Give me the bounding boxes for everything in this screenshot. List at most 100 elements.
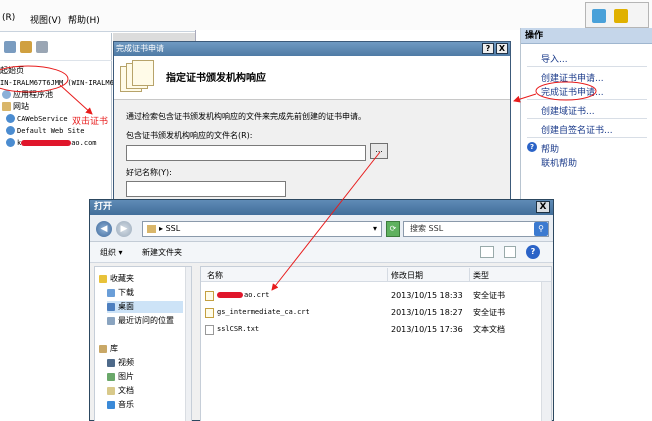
back-button[interactable]: ◀ — [96, 221, 112, 237]
file-type: 文本文档 — [473, 325, 505, 334]
help-book-icon[interactable] — [614, 9, 628, 23]
file-row[interactable]: ao.crt 2013/10/15 18:33 安全证书 — [201, 288, 551, 303]
search-icon[interactable]: ⚲ — [534, 222, 548, 236]
action-import[interactable]: 导入... — [541, 52, 568, 65]
file-date: 2013/10/15 18:27 — [391, 308, 463, 317]
dialog-title: 打开 — [94, 202, 113, 212]
text-file-icon — [205, 325, 214, 335]
view-options-icon[interactable] — [480, 246, 494, 258]
forward-button[interactable]: ▶ — [116, 221, 132, 237]
documents-icon — [107, 386, 115, 395]
tree-item-start-page[interactable]: 起始页 — [0, 65, 24, 77]
up-icon[interactable] — [36, 41, 48, 53]
file-list: 名称 修改日期 类型 ao.crt 2013/10/15 18:33 安全证书 … — [200, 266, 552, 421]
help-icon[interactable]: ? — [526, 245, 540, 259]
file-name: ao.crt — [217, 288, 269, 303]
divider — [527, 118, 647, 119]
search-input[interactable]: 搜索 SSL — [403, 221, 549, 237]
action-create-domain-cert[interactable]: 创建域证书... — [541, 104, 595, 117]
file-row[interactable]: gs_intermediate_ca.crt 2013/10/15 18:27 … — [201, 305, 551, 320]
nav-downloads[interactable]: 下载 — [107, 287, 134, 299]
nav-videos[interactable]: 视频 — [107, 357, 134, 369]
tree-item-label-suffix: ao.com — [71, 139, 97, 147]
file-name: sslCSR.txt — [217, 325, 260, 333]
scrollbar[interactable] — [541, 282, 551, 421]
save-icon[interactable] — [20, 41, 32, 53]
action-help[interactable]: 帮助 — [541, 142, 559, 155]
navigation-bar: ◀ ▶ ▸ SSL ▾ ⟳ 搜索 SSL ⚲ — [90, 215, 553, 242]
certificate-stack-icon — [120, 60, 160, 96]
nav-label: 最近访问的位置 — [118, 316, 174, 325]
annotation-double-click-cert: 双击证书 — [72, 117, 109, 127]
redaction-mark — [217, 292, 243, 298]
organize-button[interactable]: 组织 ▾ — [100, 247, 123, 258]
app-pool-icon — [2, 90, 11, 99]
music-icon — [107, 400, 115, 409]
nav-recent-places[interactable]: 最近访问的位置 — [107, 315, 174, 327]
file-name: gs_intermediate_ca.crt — [217, 308, 310, 316]
tree-item-site-redacted[interactable]: k ao.com — [6, 137, 97, 149]
tree-item-label: 应用程序池 — [13, 90, 53, 99]
globe-icon — [6, 114, 15, 123]
globe-icon — [6, 138, 15, 147]
column-header-type[interactable]: 类型 — [473, 270, 489, 281]
network-icon[interactable] — [592, 9, 606, 23]
column-header-date[interactable]: 修改日期 — [391, 270, 423, 281]
certificate-file-icon — [205, 291, 214, 301]
tree-item-server[interactable]: IN-IRALM67T6JMM (WIN-IRALM67T — [0, 77, 122, 89]
folder-icon — [147, 224, 156, 233]
dialog-header: 指定证书颁发机构响应 — [114, 56, 510, 100]
pictures-icon — [107, 372, 115, 381]
video-icon — [107, 358, 115, 367]
library-icon — [99, 344, 107, 353]
close-button[interactable]: X — [536, 201, 550, 213]
tree-item-sites[interactable]: 网站 — [2, 101, 29, 113]
chevron-down-icon[interactable]: ▾ — [373, 222, 377, 236]
column-header-name[interactable]: 名称 — [207, 270, 223, 281]
action-complete-cert-request[interactable]: 完成证书申请... — [541, 85, 604, 98]
nav-pictures[interactable]: 图片 — [107, 371, 134, 383]
scrollbar[interactable] — [185, 267, 191, 421]
menu-item-partial[interactable]: (R) — [2, 13, 15, 23]
nav-favorites[interactable]: 收藏夹 — [99, 273, 134, 285]
file-row[interactable]: sslCSR.txt 2013/10/15 17:36 文本文档 — [201, 322, 551, 337]
file-date: 2013/10/15 18:33 — [391, 291, 463, 300]
recent-places-icon — [107, 316, 115, 325]
new-folder-button[interactable]: 新建文件夹 — [142, 247, 182, 258]
action-create-cert-request[interactable]: 创建证书申请... — [541, 71, 604, 84]
dialog-titlebar: 打开 — [90, 200, 553, 215]
divider — [527, 66, 647, 67]
menu-item-view[interactable]: 视图(V) — [30, 13, 61, 26]
redaction-mark — [21, 139, 72, 146]
tree-item-label: IN-IRALM67T6JMM (WIN-IRALM67T — [0, 79, 123, 87]
menu-item-help[interactable]: 帮助(H) — [68, 13, 100, 26]
action-create-self-signed-cert[interactable]: 创建自签名证书... — [541, 123, 613, 136]
nav-libraries[interactable]: 库 — [99, 343, 118, 355]
preview-pane-icon[interactable] — [504, 246, 516, 258]
tree-item-label: CAWebService — [17, 115, 68, 123]
nav-desktop[interactable]: 桌面 — [107, 301, 183, 313]
file-type: 安全证书 — [473, 291, 505, 300]
dialog-heading: 指定证书颁发机构响应 — [166, 73, 266, 84]
nav-documents[interactable]: 文档 — [107, 385, 134, 397]
action-online-help[interactable]: 联机帮助 — [541, 156, 577, 169]
certificate-file-icon — [205, 308, 214, 318]
dialog-title: 完成证书申请 — [116, 44, 164, 53]
nav-label: 桌面 — [118, 302, 134, 311]
tree-item-app-pools[interactable]: 应用程序池 — [2, 89, 53, 101]
nav-music[interactable]: 音乐 — [107, 399, 134, 411]
tree-item-label: 网站 — [13, 102, 29, 111]
close-button[interactable]: X — [496, 43, 508, 54]
help-button[interactable]: ? — [482, 43, 494, 54]
browse-button[interactable]: ... — [370, 143, 388, 159]
tree-item-site-cawebservice[interactable]: CAWebService — [6, 113, 68, 125]
address-bar[interactable]: ▸ SSL ▾ — [142, 221, 382, 237]
response-file-input[interactable] — [126, 145, 366, 161]
connect-icon[interactable] — [4, 41, 16, 53]
friendly-name-input[interactable] — [126, 181, 286, 197]
nav-label: 文档 — [118, 386, 134, 395]
file-type: 安全证书 — [473, 308, 505, 317]
toolbar-icon-group — [585, 2, 649, 28]
desktop-icon — [107, 302, 115, 311]
refresh-button[interactable]: ⟳ — [386, 221, 400, 237]
